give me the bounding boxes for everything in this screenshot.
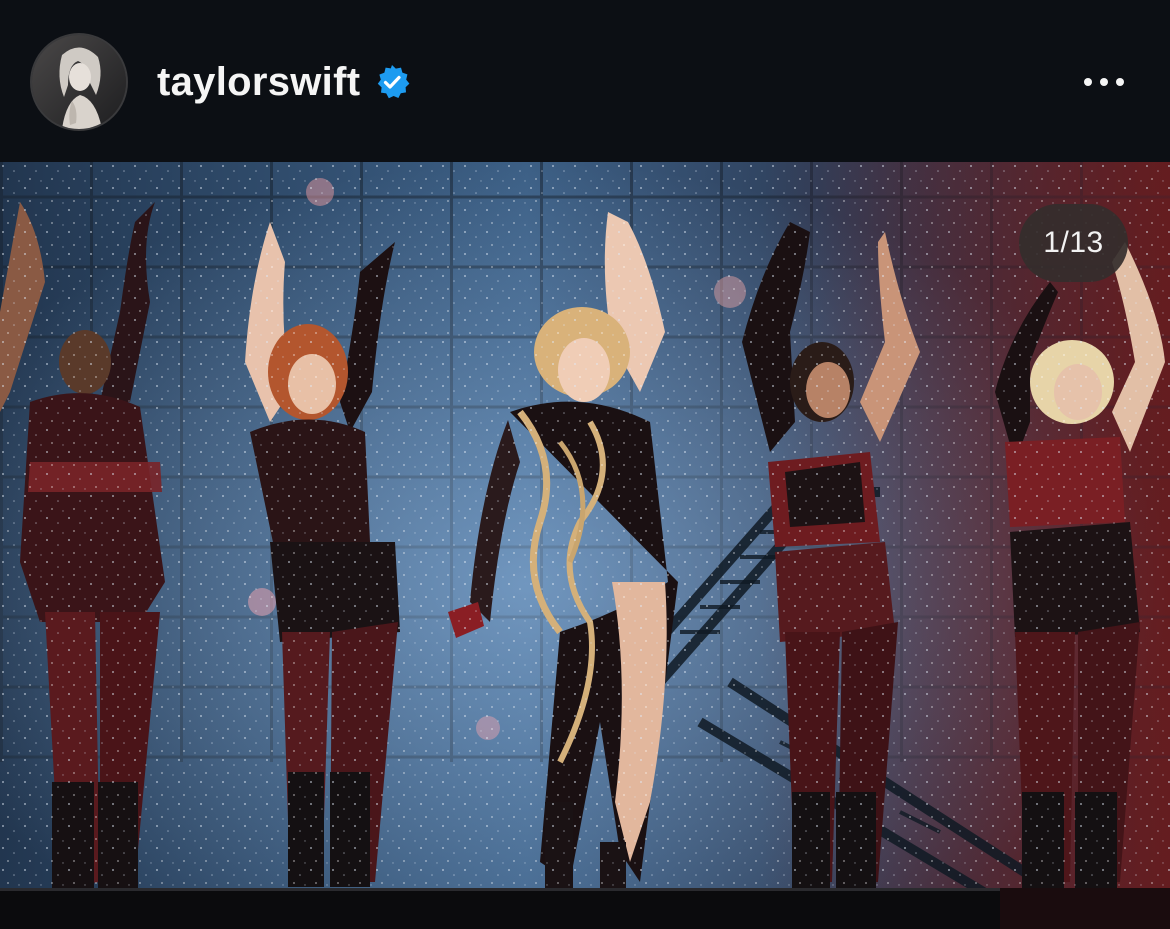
- profile-avatar[interactable]: [32, 35, 126, 129]
- more-options-icon: [1084, 78, 1092, 86]
- post-photo[interactable]: [0, 162, 1170, 929]
- more-options-icon-dot: [1100, 78, 1108, 86]
- username[interactable]: taylorswift: [157, 60, 360, 105]
- avatar-image: [32, 35, 126, 129]
- more-options-icon-dot: [1116, 78, 1124, 86]
- username-row: taylorswift: [157, 56, 410, 108]
- verified-badge-icon: [374, 64, 410, 100]
- instagram-post: taylorswift 1/13: [0, 0, 1170, 929]
- post-header: taylorswift: [0, 0, 1170, 162]
- concert-stage-photo: [0, 162, 1170, 929]
- more-options-button[interactable]: [1072, 60, 1136, 104]
- carousel-counter: 1/13: [1019, 204, 1128, 282]
